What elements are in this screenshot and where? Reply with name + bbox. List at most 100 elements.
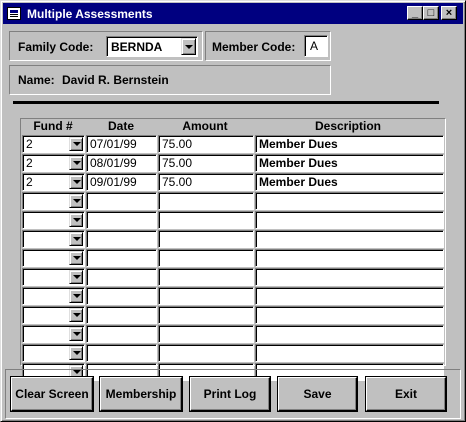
description-cell-text: Member Dues [259,175,338,189]
amount-cell[interactable] [158,211,254,229]
date-cell[interactable] [86,230,157,248]
amount-cell[interactable] [158,287,254,305]
minimize-button[interactable]: _ [407,6,423,20]
fund-cell[interactable] [22,287,85,305]
family-code-group: Family Code: BERNDA [9,31,203,61]
date-cell[interactable]: 07/01/99 [86,135,157,153]
save-button[interactable]: Save [278,377,357,411]
fund-cell[interactable]: 2 [22,135,85,153]
member-name: David R. Bernstein [62,73,169,87]
amount-cell-text: 75.00 [162,156,193,170]
amount-cell[interactable] [158,249,254,267]
chevron-down-icon[interactable] [69,270,83,284]
member-code-value: A [310,39,319,53]
chevron-down-icon[interactable] [69,156,83,170]
description-cell[interactable] [255,230,444,248]
amount-cell-text: 75.00 [162,137,193,151]
chevron-down-icon[interactable] [69,251,83,265]
date-cell-text: 08/01/99 [90,156,137,170]
clear-screen-button[interactable]: Clear Screen [11,377,93,411]
date-cell[interactable] [86,344,157,362]
member-code-field[interactable]: A [304,35,328,57]
description-cell[interactable] [255,306,444,324]
date-cell[interactable] [86,268,157,286]
fund-cell[interactable] [22,306,85,324]
date-cell[interactable]: 09/01/99 [86,173,157,191]
title-bar[interactable]: Multiple Assessments _ □ × [3,3,463,24]
chevron-down-icon[interactable] [69,346,83,360]
chevron-down-icon[interactable] [69,213,83,227]
chevron-down-icon[interactable] [69,175,83,189]
column-header-date: Date [107,119,134,133]
description-cell[interactable] [255,325,444,343]
amount-cell[interactable]: 75.00 [158,154,254,172]
chevron-down-icon[interactable] [69,194,83,208]
amount-cell[interactable] [158,344,254,362]
family-code-value: BERNDA [111,40,163,54]
print-log-button[interactable]: Print Log [190,377,270,411]
description-cell[interactable] [255,192,444,210]
amount-cell[interactable]: 75.00 [158,135,254,153]
form-icon [7,7,21,20]
description-cell[interactable] [255,211,444,229]
description-cell-text: Member Dues [259,156,338,170]
fund-cell[interactable] [22,325,85,343]
fund-cell[interactable] [22,344,85,362]
amount-cell[interactable] [158,230,254,248]
chevron-down-icon[interactable] [69,327,83,341]
name-group: Name: David R. Bernstein [9,65,331,95]
fund-cell-text: 2 [26,175,33,189]
fund-cell[interactable] [22,192,85,210]
amount-cell[interactable] [158,325,254,343]
description-cell[interactable] [255,268,444,286]
exit-button[interactable]: Exit [366,377,446,411]
chevron-down-icon[interactable] [69,232,83,246]
description-cell[interactable]: Member Dues [255,173,444,191]
fund-cell[interactable]: 2 [22,173,85,191]
amount-cell[interactable] [158,306,254,324]
date-cell[interactable]: 08/01/99 [86,154,157,172]
description-cell[interactable]: Member Dues [255,135,444,153]
family-code-label: Family Code: [18,40,94,54]
fund-cell-text: 2 [26,137,33,151]
date-cell[interactable] [86,249,157,267]
date-cell[interactable] [86,306,157,324]
name-label: Name: [18,73,55,87]
amount-cell[interactable] [158,192,254,210]
maximize-button[interactable]: □ [423,6,439,20]
fund-cell[interactable] [22,211,85,229]
fund-cell-text: 2 [26,156,33,170]
chevron-down-icon[interactable] [69,137,83,151]
chevron-down-icon[interactable] [69,289,83,303]
date-cell-text: 07/01/99 [90,137,137,151]
date-cell[interactable] [86,192,157,210]
description-cell[interactable] [255,249,444,267]
fund-cell[interactable] [22,268,85,286]
date-cell[interactable] [86,211,157,229]
date-cell[interactable] [86,287,157,305]
main-window: Multiple Assessments _ □ × Family Code: … [0,0,466,422]
chevron-down-icon[interactable] [181,38,196,55]
fund-cell[interactable] [22,249,85,267]
description-cell[interactable] [255,344,444,362]
amount-cell-text: 75.00 [162,175,193,189]
column-header-fund: Fund # [33,119,73,133]
separator-line [13,101,439,104]
amount-cell[interactable]: 75.00 [158,173,254,191]
description-cell-text: Member Dues [259,137,338,151]
date-cell[interactable] [86,325,157,343]
fund-cell[interactable]: 2 [22,154,85,172]
chevron-down-icon[interactable] [69,308,83,322]
assessments-grid: Fund # Date Amount Description 2 07/01/99… [20,118,446,381]
date-cell-text: 09/01/99 [90,175,137,189]
member-code-group: Member Code: A [205,31,331,61]
description-cell[interactable]: Member Dues [255,154,444,172]
description-cell[interactable] [255,287,444,305]
window-title: Multiple Assessments [27,7,153,21]
fund-cell[interactable] [22,230,85,248]
family-code-combo[interactable]: BERNDA [106,36,198,57]
membership-button[interactable]: Membership [100,377,182,411]
member-code-label: Member Code: [212,40,296,54]
amount-cell[interactable] [158,268,254,286]
close-button[interactable]: × [441,6,457,20]
